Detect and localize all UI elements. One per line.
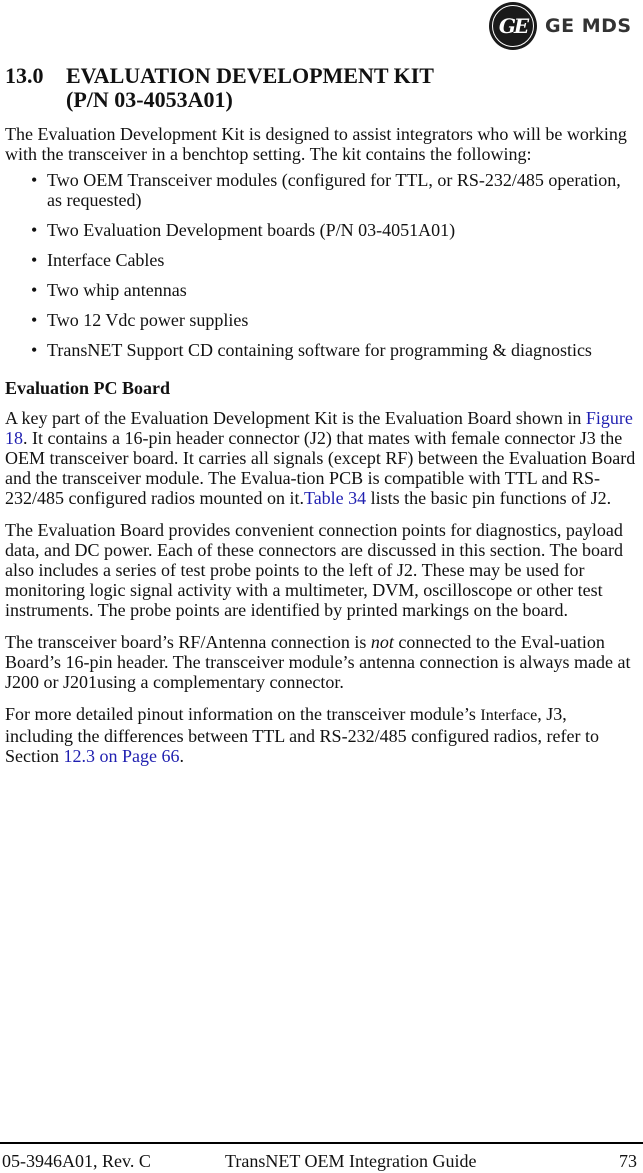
section-12-3-link[interactable]: 12.3 on Page 66 — [64, 746, 180, 766]
page-content: 13.0 EVALUATION DEVELOPMENT KIT (P/N 03-… — [5, 64, 637, 767]
pinout-reference-paragraph: For more detailed pinout information on … — [5, 704, 637, 766]
ge-monogram-text: GE — [492, 5, 534, 47]
list-item-text: TransNET Support CD containing software … — [47, 340, 592, 360]
footer-divider — [0, 1142, 643, 1144]
text-run: lists the basic pin functions of J2. — [366, 488, 612, 508]
list-item: • Two OEM Transceiver modules (configured… — [5, 170, 637, 210]
section-number: 13.0 — [5, 63, 44, 88]
kit-items-list: • Two OEM Transceiver modules (configured… — [5, 170, 637, 360]
text-run: A key part of the Evaluation Development… — [5, 408, 586, 428]
emphasis-not: not — [370, 632, 394, 652]
text-run: The transceiver board’s RF/Antenna conne… — [5, 632, 371, 652]
brand-text: GE MDS — [545, 15, 632, 37]
list-item: • Two whip antennas — [5, 280, 637, 300]
guide-title: TransNET OEM Integration Guide — [225, 1151, 477, 1171]
subsection-heading: Evaluation PC Board — [5, 378, 171, 398]
list-item-text: Two whip antennas — [47, 280, 187, 300]
list-item-text: Two Evaluation Development boards (P/N 0… — [47, 220, 456, 240]
list-item: • TransNET Support CD containing software… — [5, 340, 637, 360]
list-item: • Two 12 Vdc power supplies — [5, 310, 637, 330]
bullet-icon: • — [31, 340, 38, 360]
table-34-link[interactable]: Table 34 — [304, 488, 366, 508]
section-title: EVALUATION DEVELOPMENT KIT (P/N 03-4053A… — [66, 64, 434, 112]
bullet-icon: • — [31, 280, 38, 300]
intro-paragraph: The Evaluation Development Kit is design… — [5, 124, 627, 164]
antenna-connection-paragraph: The transceiver board’s RF/Antenna conne… — [5, 632, 637, 692]
list-item: • Two Evaluation Development boards (P/N … — [5, 220, 637, 240]
bullet-icon: • — [31, 170, 38, 190]
list-item-text: Interface Cables — [47, 250, 165, 270]
bullet-icon: • — [31, 310, 38, 330]
list-item-text: Two 12 Vdc power supplies — [47, 310, 249, 330]
interface-term: Interface — [480, 707, 538, 724]
ge-mds-logo: GE GE MDS — [489, 2, 632, 50]
ge-monogram-icon: GE — [489, 2, 537, 50]
board-description-paragraph: A key part of the Evaluation Development… — [5, 408, 637, 508]
list-item: • Interface Cables — [5, 250, 637, 270]
bullet-icon: • — [31, 250, 38, 270]
page-number: 73 — [619, 1151, 637, 1171]
bullet-icon: • — [31, 220, 38, 240]
section-title-line2: (P/N 03-4053A01) — [66, 87, 233, 112]
section-heading: 13.0 EVALUATION DEVELOPMENT KIT (P/N 03-… — [5, 64, 637, 112]
doc-number: 05-3946A01, Rev. C — [2, 1151, 151, 1171]
list-item-text: Two OEM Transceiver modules (configured … — [47, 170, 621, 210]
text-run: For more detailed pinout information on … — [5, 704, 481, 724]
section-title-line1: EVALUATION DEVELOPMENT KIT — [66, 63, 434, 88]
connection-points-paragraph: The Evaluation Board provides convenient… — [5, 520, 623, 620]
text-run: . — [179, 746, 185, 766]
